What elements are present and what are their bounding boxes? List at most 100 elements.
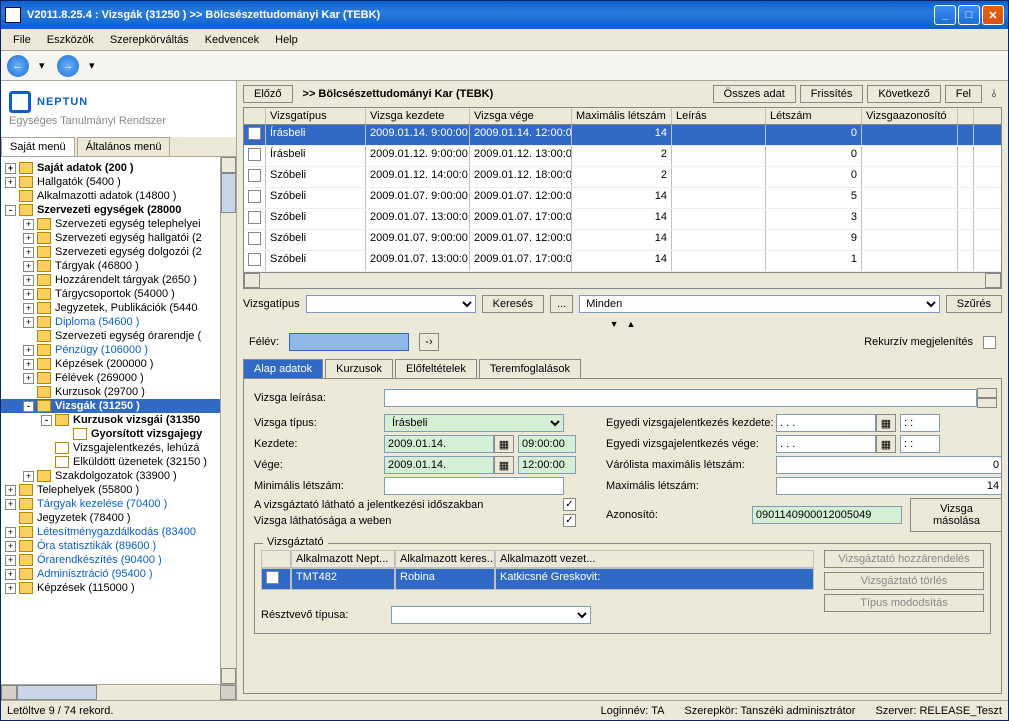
tab-general-menu[interactable]: Általános menü: [77, 137, 171, 156]
expand-icon[interactable]: +: [23, 359, 34, 370]
tree-item[interactable]: +Telephelyek (55800 ): [1, 483, 220, 497]
grid-hscroll[interactable]: [244, 272, 1001, 288]
id-input[interactable]: [752, 506, 902, 524]
tree-item[interactable]: Jegyzetek (78400 ): [1, 511, 220, 525]
vwe-checkbox[interactable]: [563, 514, 576, 527]
expand-icon[interactable]: +: [23, 233, 34, 244]
tree-item[interactable]: +Szervezeti egység dolgozói (2: [1, 245, 220, 259]
tree-item[interactable]: +Tárgyak kezelése (70400 ): [1, 497, 220, 511]
maximize-button[interactable]: □: [958, 5, 980, 25]
expand-icon[interactable]: +: [5, 569, 16, 580]
expand-icon[interactable]: +: [23, 345, 34, 356]
expand-icon[interactable]: -: [5, 205, 16, 216]
calendar-icon[interactable]: ▦: [876, 435, 896, 453]
expand-icon[interactable]: +: [5, 527, 16, 538]
min-input[interactable]: [384, 477, 564, 495]
table-row[interactable]: Szóbeli2009.01.07. 13:00:02009.01.07. 17…: [244, 209, 1001, 230]
tree-item[interactable]: +Diploma (54600 ): [1, 315, 220, 329]
delete-examiner-button[interactable]: Vizsgáztató törlés: [824, 572, 984, 590]
tree-item[interactable]: -Szervezeti egységek (28000: [1, 203, 220, 217]
tree-item[interactable]: +Hallgatók (5400 ): [1, 175, 220, 189]
refresh-button[interactable]: Frissítés: [800, 85, 864, 103]
copy-exam-button[interactable]: Vizsga másolása: [910, 498, 1002, 532]
tree-item[interactable]: +Hozzárendelt tárgyak (2650 ): [1, 273, 220, 287]
start-time-input[interactable]: [518, 435, 576, 453]
next-button[interactable]: Következő: [867, 85, 940, 103]
tree-item[interactable]: +Szervezeti egység hallgatói (2: [1, 231, 220, 245]
participant-type-select[interactable]: [391, 606, 591, 624]
ev-time-input[interactable]: [900, 435, 940, 453]
expand-icon[interactable]: +: [23, 247, 34, 258]
back-button[interactable]: ←: [7, 55, 29, 77]
tree-item[interactable]: +Szakdolgozatok (33900 ): [1, 469, 220, 483]
examiner-row[interactable]: TMT482RobinaKatkicsné Greskovit:: [261, 568, 814, 590]
type-select[interactable]: Írásbeli: [384, 414, 564, 432]
expand-icon[interactable]: +: [5, 499, 16, 510]
tree-item[interactable]: +Tárgyak (46800 ): [1, 259, 220, 273]
back-dropdown-icon[interactable]: ▾: [39, 59, 47, 72]
tree-item[interactable]: +Képzések (200000 ): [1, 357, 220, 371]
table-row[interactable]: Szóbeli2009.01.12. 14:00:02009.01.12. 18…: [244, 167, 1001, 188]
tree-hscroll[interactable]: [1, 684, 236, 700]
expand-icon[interactable]: +: [5, 163, 16, 174]
expand-icon[interactable]: +: [23, 303, 34, 314]
forward-dropdown-icon[interactable]: ▾: [89, 59, 97, 72]
table-row[interactable]: Szóbeli2009.01.07. 9:00:002009.01.07. 12…: [244, 188, 1001, 209]
table-row[interactable]: Szóbeli2009.01.07. 13:00:02009.01.07. 17…: [244, 251, 1001, 272]
tree-item[interactable]: +Adminisztráció (95400 ): [1, 567, 220, 581]
vlw-checkbox[interactable]: [563, 498, 576, 511]
menu-file[interactable]: File: [5, 32, 39, 48]
tree-item[interactable]: +Pénzügy (106000 ): [1, 343, 220, 357]
ek-date-input[interactable]: [776, 414, 876, 432]
recursive-checkbox[interactable]: [983, 336, 996, 349]
menu-roles[interactable]: Szerepkörváltás: [102, 32, 197, 48]
expand-icon[interactable]: +: [5, 177, 16, 188]
tab-basic[interactable]: Alap adatok: [243, 359, 323, 378]
close-button[interactable]: ✕: [982, 5, 1004, 25]
calendar-icon[interactable]: ▦: [494, 456, 514, 474]
expand-icon[interactable]: +: [23, 261, 34, 272]
ek-time-input[interactable]: [900, 414, 940, 432]
grid-header[interactable]: Vizsgatípus Vizsga kezdete Vizsga vége M…: [244, 108, 1001, 125]
tree-item[interactable]: Gyorsított vizsgajegy: [1, 427, 220, 441]
expand-icon[interactable]: +: [5, 555, 16, 566]
table-row[interactable]: Írásbeli2009.01.12. 9:00:002009.01.12. 1…: [244, 146, 1001, 167]
prev-button[interactable]: Előző: [243, 85, 293, 103]
tree-item[interactable]: -Kurzusok vizsgái (31350: [1, 413, 220, 427]
tab-prereq[interactable]: Előfeltételek: [395, 359, 477, 378]
filter-scope-select[interactable]: Minden: [579, 295, 940, 313]
semester-select[interactable]: [289, 333, 409, 351]
end-time-input[interactable]: [518, 456, 576, 474]
waitlist-input[interactable]: [776, 456, 1002, 474]
calendar-icon[interactable]: ▦: [876, 414, 896, 432]
expand-icon[interactable]: -: [23, 401, 34, 412]
nav-tree[interactable]: +Saját adatok (200 )+Hallgatók (5400 )Al…: [1, 157, 220, 684]
table-row[interactable]: Írásbeli2009.01.14. 9:00:002009.01.14. 1…: [244, 125, 1001, 146]
max-input[interactable]: [776, 477, 1002, 495]
up-button[interactable]: Fel: [945, 85, 982, 103]
desc-input[interactable]: [384, 389, 977, 407]
calendar-icon[interactable]: ▦: [494, 435, 514, 453]
tree-item[interactable]: +Szervezeti egység telephelyei: [1, 217, 220, 231]
tab-courses[interactable]: Kurzusok: [325, 359, 393, 378]
ev-date-input[interactable]: [776, 435, 876, 453]
tree-item[interactable]: +Képzések (115000 ): [1, 581, 220, 595]
tab-rooms[interactable]: Teremfoglalások: [479, 359, 581, 378]
tree-item[interactable]: Vizsgajelentkezés, lehúzá: [1, 441, 220, 455]
search-button[interactable]: Keresés: [482, 295, 544, 313]
expand-icon[interactable]: +: [5, 583, 16, 594]
expand-icon[interactable]: +: [23, 219, 34, 230]
start-date-input[interactable]: [384, 435, 494, 453]
tree-item[interactable]: +Órarendkészítés (90400 ): [1, 553, 220, 567]
tree-item[interactable]: +Óra statisztikák (89600 ): [1, 539, 220, 553]
search-more-button[interactable]: ...: [550, 295, 573, 313]
tree-item[interactable]: +Saját adatok (200 ): [1, 161, 220, 175]
expand-icon[interactable]: +: [5, 541, 16, 552]
tree-vscroll[interactable]: [220, 157, 236, 684]
modify-type-button[interactable]: Típus mododsítás: [824, 594, 984, 612]
menu-fav[interactable]: Kedvencek: [197, 32, 267, 48]
tree-item[interactable]: Elküldött üzenetek (32150 ): [1, 455, 220, 469]
tree-item[interactable]: +Félévek (269000 ): [1, 371, 220, 385]
forward-button[interactable]: →: [57, 55, 79, 77]
filter-field-select[interactable]: [306, 295, 476, 313]
